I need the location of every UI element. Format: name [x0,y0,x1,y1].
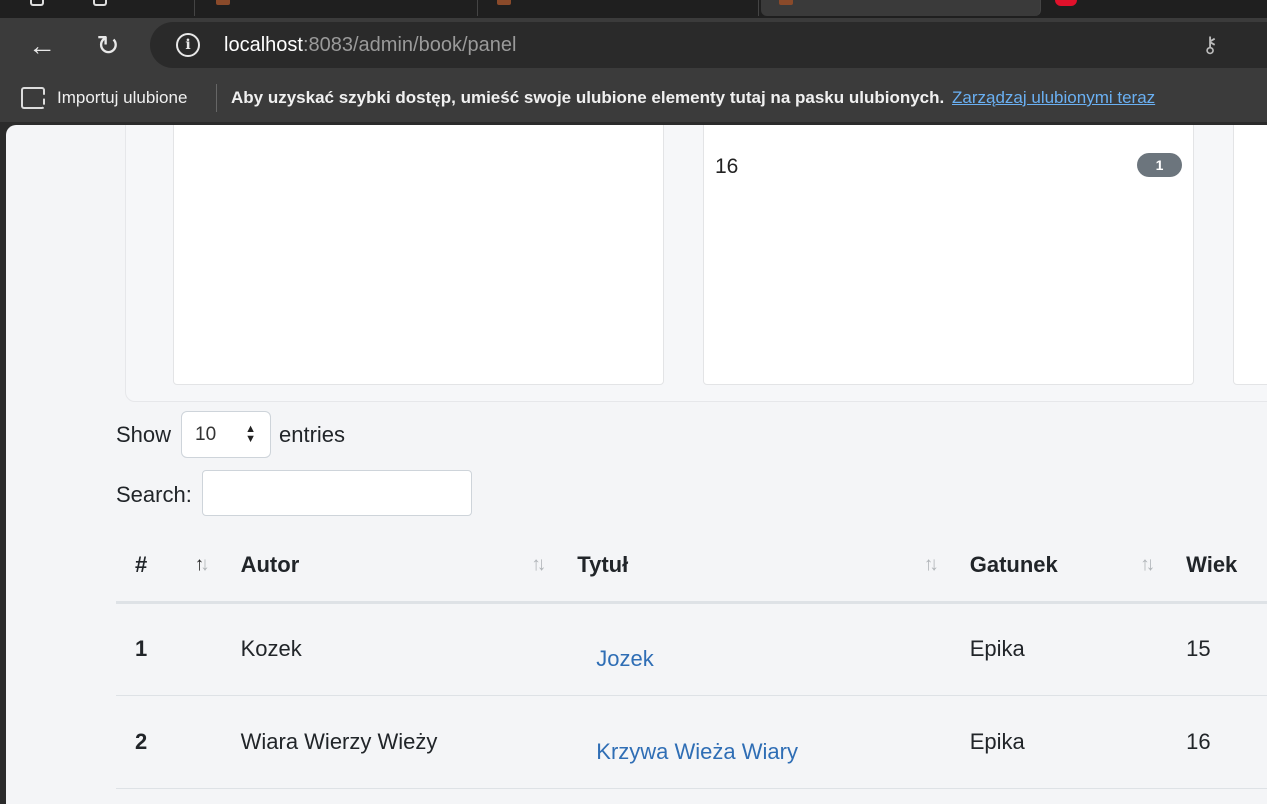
sort-asc-icon: ↑↓ [194,554,210,575]
password-key-icon[interactable]: ⚷ [1202,32,1218,58]
column-header-label: Gatunek [969,552,1058,578]
book-title-link[interactable]: Krzywa Wieża Wiary [596,739,798,764]
column-header-label: Wiek [1186,552,1238,578]
column-header-wiek[interactable]: Wiek [1167,530,1267,604]
column-header-label: Tytuł [577,552,629,578]
url-host: localhost [224,34,303,56]
cell-gatunek: Epika [950,602,1168,696]
url-text[interactable]: localhost:8083/admin/book/panel [224,34,516,57]
show-label: Show [116,422,172,447]
tab-active[interactable] [761,0,1041,16]
reload-icon[interactable]: ↻ [90,28,126,64]
cell-index: 2 [116,695,222,789]
column-header-label: # [135,552,148,578]
tab[interactable] [196,0,478,16]
stats-label: 16 [715,155,739,178]
column-header-tytul[interactable]: Tytuł ↑↓ [558,530,951,604]
stats-container: 16 1 [125,125,1267,402]
workspaces-icon[interactable] [30,0,44,6]
manage-favorites-link[interactable]: Zarządzaj ulubionymi teraz [952,88,1155,108]
favicon-icon [779,0,793,5]
table-row: 2 Wiara Wierzy Wieży Krzywa Wieża Wiary … [116,695,1267,789]
column-header-index[interactable]: # ↑↓ [116,530,222,604]
stats-card: 16 1 [703,125,1194,385]
import-favorites-icon[interactable] [21,87,45,109]
opera-icon[interactable] [1055,0,1077,6]
stats-card [173,125,664,385]
cell-autor: Wiara Wierzy Wieży [221,695,559,789]
entries-select[interactable]: 10 ▲ ▼ [181,411,271,458]
select-arrows-icon: ▲ ▼ [245,423,256,445]
back-icon[interactable]: ← [24,28,60,64]
import-favorites-button[interactable]: Importuj ulubione [57,88,187,108]
books-table: # ↑↓ Autor ↑↓ Tytuł ↑↓ Gatunek ↑↓ Wiek 1… [116,530,1267,789]
entries-label: entries [279,422,346,447]
tab-strip [0,0,1267,18]
favorites-bar: Importuj ulubione Aby uzyskać szybki dos… [0,74,1267,122]
column-header-gatunek[interactable]: Gatunek ↑↓ [950,530,1168,604]
sort-icon: ↑↓ [531,554,546,575]
sort-icon: ↑↓ [923,554,939,575]
sort-icon: ↑↓ [1140,554,1155,575]
tab[interactable] [135,0,195,16]
cell-gatunek: Epika [950,695,1168,789]
column-header-autor[interactable]: Autor ↑↓ [221,530,559,604]
tab-actions-icon[interactable] [93,0,107,6]
search-input[interactable] [202,470,472,516]
stats-row: 16 1 [715,151,1182,181]
url-path: :8083/admin/book/panel [302,34,517,56]
stats-card [1233,125,1267,385]
column-header-label: Autor [240,552,300,578]
address-bar[interactable]: i localhost:8083/admin/book/panel ⚷ [150,22,1267,68]
search-label: Search: [116,482,192,507]
table-header-row: # ↑↓ Autor ↑↓ Tytuł ↑↓ Gatunek ↑↓ Wiek [116,530,1267,604]
cell-wiek: 15 [1167,602,1267,696]
page-viewport: 16 1 Show 10 ▲ ▼ entries Search: # ↑↓ Aut… [6,125,1267,804]
table-row: 1 Kozek Jozek Epika 15 [116,602,1267,696]
browser-toolbar: ← ↻ i localhost:8083/admin/book/panel ⚷ [0,18,1267,74]
divider [216,84,217,112]
favorites-hint: Aby uzyskać szybki dostęp, umieść swoje … [231,88,945,107]
cell-autor: Kozek [221,602,559,696]
cell-wiek: 16 [1167,695,1267,789]
cell-index: 1 [116,602,222,696]
entries-select-value: 10 [195,424,217,445]
favicon-icon [216,0,230,5]
count-badge: 1 [1137,153,1182,177]
favicon-icon [497,0,511,5]
cell-tytul: Jozek [558,602,951,696]
cell-tytul: Krzywa Wieża Wiary [558,695,951,789]
book-title-link[interactable]: Jozek [596,646,653,671]
site-info-icon[interactable]: i [176,33,200,57]
tab[interactable] [479,0,759,16]
